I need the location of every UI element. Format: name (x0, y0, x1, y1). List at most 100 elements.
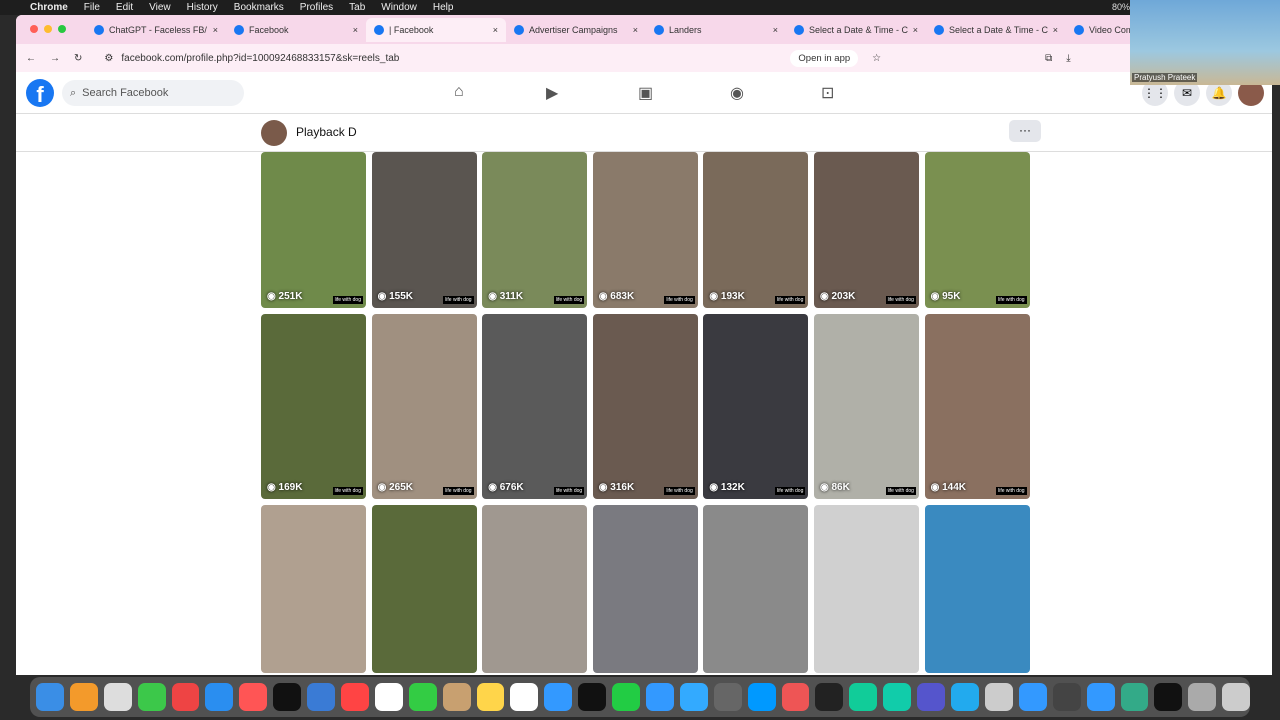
dock-app-icon[interactable] (239, 683, 268, 711)
close-tab-icon[interactable]: × (913, 25, 918, 35)
search-input[interactable]: ⌕ Search Facebook (62, 80, 244, 106)
close-tab-icon[interactable]: × (773, 25, 778, 35)
reel-thumbnail[interactable]: ◉ 676K life with dog (482, 314, 588, 499)
reel-thumbnail[interactable]: ◉ 144K life with dog (924, 314, 1030, 499)
gaming-icon[interactable]: ⊡ (821, 83, 834, 103)
browser-tab[interactable]: Select a Date & Time - C × (786, 18, 926, 42)
reel-thumbnail[interactable]: ◉ 316K life with dog (592, 314, 698, 499)
reel-thumbnail[interactable] (371, 505, 477, 673)
dock-app-icon[interactable] (69, 683, 98, 711)
menu-window[interactable]: Window (381, 2, 417, 13)
menu-app[interactable]: Chrome (30, 2, 68, 13)
facebook-logo[interactable]: f (26, 79, 54, 107)
dock-app-icon[interactable] (510, 683, 539, 711)
dock-app-icon[interactable] (849, 683, 878, 711)
dock-app-icon[interactable] (1086, 683, 1115, 711)
reel-thumbnail[interactable]: ◉ 95K life with dog (924, 152, 1030, 308)
open-in-app-button[interactable]: Open in app (790, 49, 859, 67)
close-window-button[interactable] (30, 25, 38, 33)
menu-view[interactable]: View (149, 2, 171, 13)
dock-app-icon[interactable] (171, 683, 200, 711)
bookmark-star-icon[interactable]: ☆ (872, 53, 881, 64)
dock-app-icon[interactable] (442, 683, 471, 711)
browser-tab[interactable]: Landers × (646, 18, 786, 42)
browser-tab[interactable]: ChatGPT - Faceless FB/ × (86, 18, 226, 42)
close-tab-icon[interactable]: × (633, 25, 638, 35)
dock-app-icon[interactable] (713, 683, 742, 711)
dock-app-icon[interactable] (917, 683, 946, 711)
menu-bookmarks[interactable]: Bookmarks (234, 2, 284, 13)
dock-app-icon[interactable] (1222, 683, 1251, 711)
reel-thumbnail[interactable]: ◉ 86K life with dog (813, 314, 919, 499)
browser-tab[interactable]: Advertiser Campaigns × (506, 18, 646, 42)
dock-app-icon[interactable] (1188, 683, 1217, 711)
extensions-icon[interactable]: ⧉ (1045, 53, 1052, 64)
menu-profiles[interactable]: Profiles (300, 2, 333, 13)
dock-app-icon[interactable] (883, 683, 912, 711)
back-icon[interactable]: ← (26, 53, 36, 64)
dock-app-icon[interactable] (1052, 683, 1081, 711)
reel-thumbnail[interactable]: ◉ 265K life with dog (371, 314, 477, 499)
dock-app-icon[interactable] (578, 683, 607, 711)
reel-thumbnail[interactable]: ◉ 193K life with dog (703, 152, 809, 308)
dock-app-icon[interactable] (612, 683, 641, 711)
close-tab-icon[interactable]: × (1053, 25, 1058, 35)
reel-thumbnail[interactable]: ◉ 683K life with dog (592, 152, 698, 308)
reel-thumbnail[interactable] (703, 505, 809, 673)
close-tab-icon[interactable]: × (353, 25, 358, 35)
dock-app-icon[interactable] (1154, 683, 1183, 711)
more-options-button[interactable]: ··· (1009, 120, 1041, 142)
dock-app-icon[interactable] (951, 683, 979, 711)
dock-app-icon[interactable] (747, 683, 776, 711)
download-icon[interactable]: ⤓ (1066, 53, 1070, 64)
browser-tab[interactable]: Select a Date & Time - C × (926, 18, 1066, 42)
reload-icon[interactable]: ↻ (74, 53, 82, 64)
reel-thumbnail[interactable] (813, 505, 919, 673)
dock-app-icon[interactable] (1120, 683, 1149, 711)
home-icon[interactable]: ⌂ (454, 83, 464, 101)
dock-app-icon[interactable] (408, 683, 437, 711)
menu-tab[interactable]: Tab (349, 2, 365, 13)
forward-icon[interactable]: → (50, 53, 60, 64)
browser-tab[interactable]: | Facebook × (366, 17, 506, 42)
close-tab-icon[interactable]: × (493, 25, 498, 35)
dock-app-icon[interactable] (1018, 683, 1047, 711)
dock-app-icon[interactable] (544, 683, 573, 711)
dock-app-icon[interactable] (984, 683, 1013, 711)
groups-icon[interactable]: ◉ (730, 83, 744, 103)
dock-app-icon[interactable] (679, 683, 708, 711)
menu-help[interactable]: Help (433, 2, 454, 13)
address-bar[interactable]: ⚙ facebook.com/profile.php?id=1000924688… (96, 48, 776, 68)
browser-tab[interactable]: Facebook × (226, 18, 366, 42)
dock-app-icon[interactable] (137, 683, 166, 711)
profile-name[interactable]: Playback D (296, 125, 357, 139)
video-icon[interactable]: ▶ (546, 83, 558, 103)
dock-app-icon[interactable] (646, 683, 674, 711)
reel-thumbnail[interactable] (482, 505, 588, 673)
site-settings-icon[interactable]: ⚙ (104, 53, 113, 64)
minimize-window-button[interactable] (44, 25, 52, 33)
reel-thumbnail[interactable]: ◉ 251K life with dog (261, 152, 366, 308)
dock-app-icon[interactable] (36, 683, 64, 711)
marketplace-icon[interactable]: ▣ (638, 83, 653, 103)
url-text[interactable]: facebook.com/profile.php?id=100092468833… (121, 53, 399, 64)
reel-thumbnail[interactable]: ◉ 132K life with dog (703, 314, 809, 499)
reel-thumbnail[interactable] (924, 505, 1030, 673)
reel-thumbnail[interactable]: ◉ 155K life with dog (371, 152, 477, 308)
dock-app-icon[interactable] (273, 683, 302, 711)
dock-app-icon[interactable] (307, 683, 336, 711)
reel-thumbnail[interactable]: ◉ 169K life with dog (261, 314, 366, 499)
dock-app-icon[interactable] (781, 683, 810, 711)
dock-app-icon[interactable] (815, 683, 844, 711)
reel-thumbnail[interactable] (261, 505, 366, 673)
maximize-window-button[interactable] (58, 25, 66, 33)
menu-file[interactable]: File (84, 2, 100, 13)
dock-app-icon[interactable] (205, 683, 234, 711)
reel-thumbnail[interactable]: ◉ 311K life with dog (482, 152, 588, 308)
dock-app-icon[interactable] (374, 683, 403, 711)
reel-thumbnail[interactable] (592, 505, 698, 673)
menu-history[interactable]: History (187, 2, 218, 13)
reel-thumbnail[interactable]: ◉ 203K life with dog (813, 152, 919, 308)
dock-app-icon[interactable] (476, 683, 505, 711)
close-tab-icon[interactable]: × (213, 25, 218, 35)
